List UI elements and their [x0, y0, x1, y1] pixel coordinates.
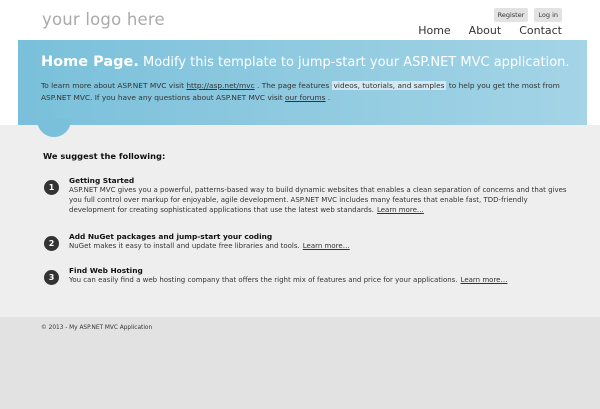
step-number: 3	[44, 270, 59, 285]
featured-text-part4: .	[325, 93, 331, 102]
main-nav: Home About Contact	[418, 24, 562, 37]
login-link[interactable]: Log in	[534, 8, 562, 22]
learn-more-link[interactable]: Learn more…	[303, 242, 350, 250]
nav-about[interactable]: About	[469, 24, 502, 37]
featured-title-bold: Home Page.	[41, 54, 139, 70]
step-title: Getting Started	[69, 176, 135, 185]
forums-link[interactable]: our forums	[285, 93, 326, 102]
featured-text-part2: . The page features	[254, 81, 332, 90]
learn-more-link[interactable]: Learn more…	[377, 206, 424, 214]
copyright-text: © 2013 - My ASP.NET MVC Application	[41, 325, 153, 331]
featured-title-rest: Modify this template to jump-start your …	[138, 55, 570, 70]
featured-title: Home Page. Modify this template to jump-…	[41, 54, 570, 70]
step-number: 2	[44, 236, 59, 251]
learn-more-link[interactable]: Learn more…	[461, 276, 508, 284]
step-title: Add NuGet packages and jump-start your c…	[69, 232, 273, 241]
step-text: ASP.NET MVC gives you a powerful, patter…	[69, 185, 569, 215]
featured-text: To learn more about ASP.NET MVC visit ht…	[41, 80, 571, 104]
step-description: NuGet makes it easy to install and updat…	[69, 242, 300, 250]
step-title: Find Web Hosting	[69, 266, 143, 275]
register-link[interactable]: Register	[493, 8, 529, 22]
nav-contact[interactable]: Contact	[519, 24, 562, 37]
footer: © 2013 - My ASP.NET MVC Application	[0, 317, 600, 409]
featured-highlight[interactable]: videos, tutorials, and samples	[331, 81, 447, 90]
step-description: You can easily find a web hosting compan…	[69, 276, 458, 284]
main-content: We suggest the following: 1 Getting Star…	[0, 119, 600, 317]
step-text: NuGet makes it easy to install and updat…	[69, 241, 569, 251]
nav-home[interactable]: Home	[418, 24, 450, 37]
featured-text-part1: To learn more about ASP.NET MVC visit	[41, 81, 187, 90]
step-description: ASP.NET MVC gives you a powerful, patter…	[69, 186, 567, 214]
asp-net-mvc-link[interactable]: http://asp.net/mvc	[186, 81, 254, 90]
step-number: 1	[44, 180, 59, 195]
suggest-heading: We suggest the following:	[43, 151, 166, 161]
step-text: You can easily find a web hosting compan…	[69, 275, 569, 285]
site-logo[interactable]: your logo here	[42, 10, 165, 29]
featured-banner: Home Page. Modify this template to jump-…	[18, 40, 587, 125]
featured-bubble-decoration	[37, 119, 71, 137]
login-bar: Register Log in	[493, 8, 562, 22]
